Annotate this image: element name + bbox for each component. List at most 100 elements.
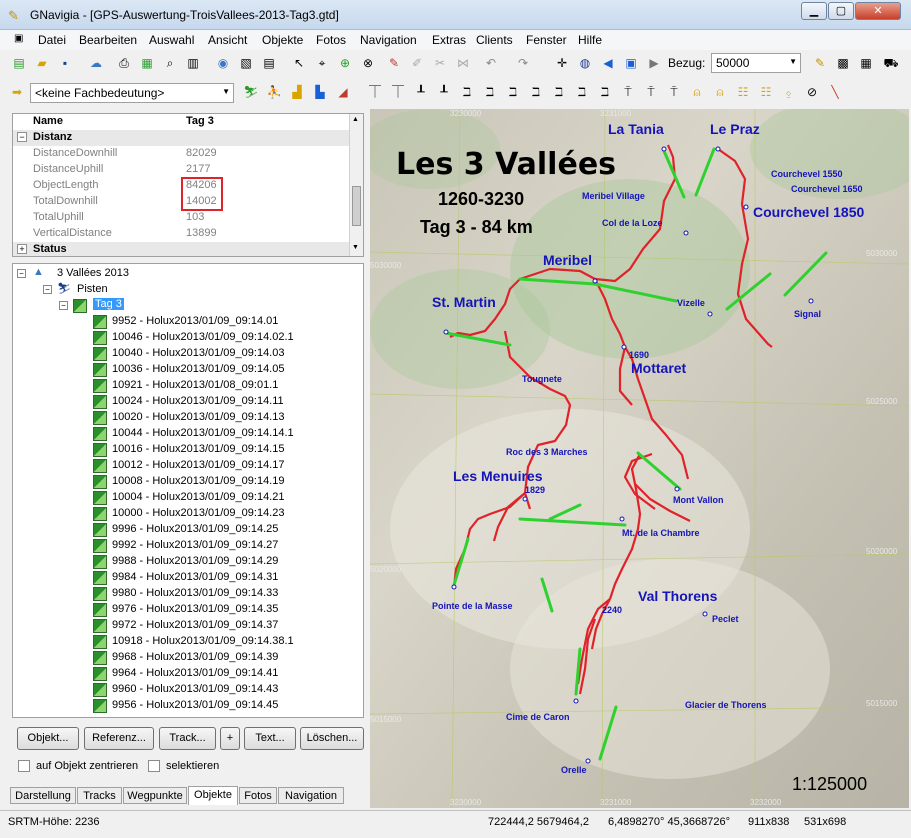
tab-fotos[interactable]: Fotos: [239, 787, 277, 804]
slope-icon[interactable]: ◢: [334, 83, 352, 101]
checkbox-box[interactable]: [18, 760, 30, 772]
crosshair-icon[interactable]: ✛: [553, 54, 571, 72]
menu-bearbeiten[interactable]: Bearbeiten: [79, 33, 137, 47]
no-lift-icon[interactable]: ⊘: [803, 83, 821, 101]
film-icon[interactable]: ▩: [834, 54, 852, 72]
menu-fenster[interactable]: Fenster: [526, 33, 567, 47]
lift-icon-4[interactable]: ┸: [435, 83, 453, 101]
chair-icon-7[interactable]: ℶ: [596, 83, 614, 101]
chair-icon-1[interactable]: ℶ: [458, 83, 476, 101]
scroll-down-icon[interactable]: ▼: [352, 244, 361, 251]
fachbedeutung-combo[interactable]: <keine Fachbedeutung> ▼: [30, 83, 234, 103]
objekt-button[interactable]: Objekt...: [17, 727, 79, 750]
merge-icon[interactable]: ⋈: [454, 54, 472, 72]
collapse-icon[interactable]: −: [59, 301, 68, 310]
loeschen-button[interactable]: Löschen...: [300, 727, 364, 750]
group-status[interactable]: + Status: [13, 242, 351, 256]
forward-arrow-icon[interactable]: ▶: [645, 54, 663, 72]
tab-objekte[interactable]: Objekte: [188, 786, 238, 805]
draw-track-icon[interactable]: ✎: [385, 54, 403, 72]
edit-track-icon[interactable]: ✐: [408, 54, 426, 72]
cabin-icon-1[interactable]: ⍝: [688, 83, 706, 101]
tab-tracks[interactable]: Tracks: [77, 787, 122, 804]
view-icon[interactable]: ▣: [622, 54, 640, 72]
name-value[interactable]: Tag 3: [186, 115, 214, 127]
minimize-button[interactable]: ▁: [801, 2, 827, 20]
chair-icon-3[interactable]: ℶ: [504, 83, 522, 101]
referenz-button[interactable]: Referenz...: [84, 727, 154, 750]
print-icon[interactable]: ⎙: [115, 54, 133, 72]
collapse-icon[interactable]: −: [43, 285, 52, 294]
menu-fotos[interactable]: Fotos: [316, 33, 346, 47]
grid-icon[interactable]: ▦: [138, 54, 156, 72]
chart-bar-icon[interactable]: ▙: [311, 83, 329, 101]
undo-icon[interactable]: ↶: [482, 54, 500, 72]
property-row[interactable]: TotalUphill 103: [13, 210, 351, 226]
reference-combo[interactable]: 50000 ▼: [711, 53, 801, 73]
chair-icon-4[interactable]: ℶ: [527, 83, 545, 101]
tab-navigation[interactable]: Navigation: [278, 787, 344, 804]
skier-icon[interactable]: ⛷: [242, 83, 260, 101]
funicular-icon-2[interactable]: ☷: [757, 83, 775, 101]
redo-icon[interactable]: ↷: [514, 54, 532, 72]
preview-icon[interactable]: ⌕: [161, 54, 179, 72]
text-button[interactable]: Text...: [244, 727, 296, 750]
select-icon[interactable]: ⌖: [313, 54, 331, 72]
plus-button[interactable]: +: [220, 727, 240, 750]
cabin-icon-2[interactable]: ⍝: [711, 83, 729, 101]
property-row[interactable]: VerticalDistance 13899: [13, 226, 351, 242]
properties-scrollbar[interactable]: ▲ ▼: [349, 114, 363, 256]
gondola-icon-1[interactable]: ⍑: [619, 83, 637, 101]
menu-objekte[interactable]: Objekte: [262, 33, 303, 47]
lift-icon-3[interactable]: ┸: [412, 83, 430, 101]
maximize-button[interactable]: ▢: [828, 2, 854, 20]
chair-icon-5[interactable]: ℶ: [550, 83, 568, 101]
menu-hilfe[interactable]: Hilfe: [578, 33, 602, 47]
chair-icon-2[interactable]: ℶ: [481, 83, 499, 101]
bus-icon[interactable]: ⛟: [882, 54, 900, 72]
scroll-up-icon[interactable]: ▲: [352, 116, 361, 123]
menu-clients[interactable]: Clients: [476, 33, 513, 47]
chart-up-icon[interactable]: ▟: [288, 83, 306, 101]
map-view[interactable]: 3230000 3231000 3230000 3231000 3232000 …: [370, 109, 909, 808]
line-icon[interactable]: ╲: [826, 83, 844, 101]
property-row[interactable]: DistanceDownhill 82029: [13, 146, 351, 162]
open-folder-icon[interactable]: ▰: [33, 54, 51, 72]
menu-extras[interactable]: Extras: [432, 33, 466, 47]
chair-icon-6[interactable]: ℶ: [573, 83, 591, 101]
ruler-icon[interactable]: ✎: [811, 54, 829, 72]
close-button[interactable]: ✕: [855, 2, 901, 20]
lift-icon-2[interactable]: ⏉: [389, 83, 407, 101]
page-icon[interactable]: ▥: [184, 54, 202, 72]
menu-navigation[interactable]: Navigation: [360, 33, 417, 47]
property-row[interactable]: DistanceUphill 2177: [13, 162, 351, 178]
track-button[interactable]: Track...: [159, 727, 216, 750]
back-arrow-icon[interactable]: ◀: [599, 54, 617, 72]
image-icon[interactable]: ▧: [237, 54, 255, 72]
lift-icon-1[interactable]: ⏉: [366, 83, 384, 101]
cloud-icon[interactable]: ☁: [87, 54, 105, 72]
save-icon[interactable]: ▪: [56, 54, 74, 72]
menu-datei[interactable]: Datei: [38, 33, 66, 47]
gondola-icon-2[interactable]: ⍑: [642, 83, 660, 101]
tab-wegpunkte[interactable]: Wegpunkte: [123, 787, 187, 804]
document-menu-icon[interactable]: ▣: [14, 33, 23, 44]
skier-group-icon[interactable]: ⛹: [265, 83, 283, 101]
gps-icon[interactable]: ◍: [576, 54, 594, 72]
document-icon[interactable]: ▤: [260, 54, 278, 72]
zoom-select-icon[interactable]: ⊗: [359, 54, 377, 72]
checkbox-box[interactable]: [148, 760, 160, 772]
expand-icon[interactable]: +: [17, 244, 27, 254]
arrow-right-icon[interactable]: ➡: [8, 83, 26, 101]
collapse-icon[interactable]: −: [17, 269, 26, 278]
calculator-icon[interactable]: ▦: [857, 54, 875, 72]
menu-auswahl[interactable]: Auswahl: [149, 33, 194, 47]
new-icon[interactable]: ▤: [10, 54, 28, 72]
funicular-icon-1[interactable]: ☷: [734, 83, 752, 101]
group-distanz[interactable]: − Distanz: [13, 130, 351, 146]
target-icon[interactable]: ⊕: [336, 54, 354, 72]
scroll-thumb[interactable]: [352, 186, 361, 226]
globe-icon[interactable]: ◉: [214, 54, 232, 72]
gondola-icon-3[interactable]: ⍑: [665, 83, 683, 101]
pointer-icon[interactable]: ↖: [290, 54, 308, 72]
